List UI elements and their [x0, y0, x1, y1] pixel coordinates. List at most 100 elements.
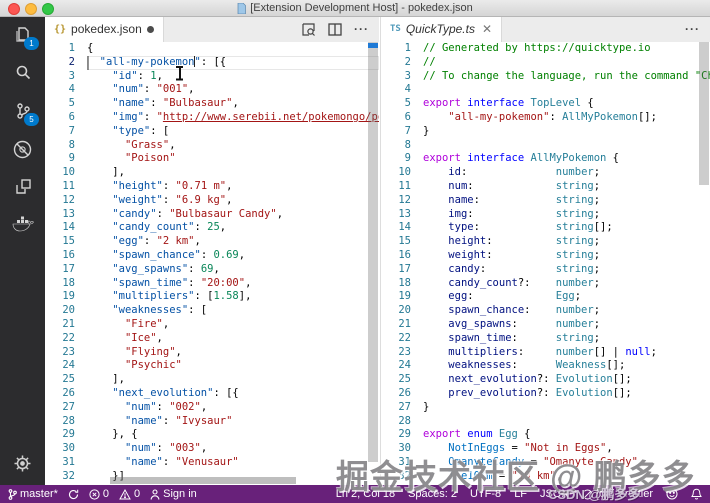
code-line[interactable]: }	[423, 401, 710, 415]
code-line[interactable]: "spawn_chance": 0.69,	[87, 249, 379, 263]
code-line[interactable]: "candy": "Bulbasaur Candy",	[87, 208, 379, 222]
code-line[interactable]: }	[423, 125, 710, 139]
open-preview-icon[interactable]	[301, 22, 316, 37]
vertical-scrollbar[interactable]	[699, 42, 709, 185]
code-line[interactable]	[423, 415, 710, 429]
code-line[interactable]	[423, 139, 710, 153]
code-area[interactable]: // Generated by https://quicktype.io////…	[423, 42, 710, 485]
split-editor-icon[interactable]	[328, 22, 342, 36]
code-line[interactable]: //	[423, 56, 710, 70]
code-line[interactable]: height: string;	[423, 235, 710, 249]
code-line[interactable]: "avg_spawns": 69,	[87, 263, 379, 277]
code-line[interactable]: "candy_count": 25,	[87, 221, 379, 235]
code-line[interactable]: }, {	[87, 428, 379, 442]
notifications-bell-icon[interactable]	[691, 488, 702, 500]
scm-badge: 5	[24, 113, 39, 126]
code-area[interactable]: { "all-my-pokemon": [{ "id": 1, "num": "…	[87, 42, 379, 485]
code-line[interactable]: The10Km = "10 km",	[423, 470, 710, 484]
code-line[interactable]: "Psychic"	[87, 359, 379, 373]
source-control-icon[interactable]: 5	[0, 92, 45, 130]
code-line[interactable]: "Ice",	[87, 332, 379, 346]
code-line[interactable]: "all-my-pokemon": [{	[87, 56, 379, 70]
eol-status[interactable]: LF	[514, 488, 527, 500]
code-line[interactable]: "type": [	[87, 125, 379, 139]
explorer-icon[interactable]: 1	[0, 16, 45, 54]
code-line[interactable]: name: string;	[423, 194, 710, 208]
code-line[interactable]: "id": 1,	[87, 70, 379, 84]
code-line[interactable]: export enum Egg {	[423, 428, 710, 442]
code-line[interactable]: avg_spawns: number;	[423, 318, 710, 332]
code-line[interactable]: "height": "0.71 m",	[87, 180, 379, 194]
code-line[interactable]: spawn_time: string;	[423, 332, 710, 346]
sync-status[interactable]	[68, 489, 79, 500]
code-line[interactable]: next_evolution?: Evolution[];	[423, 373, 710, 387]
code-line[interactable]: "egg": "2 km",	[87, 235, 379, 249]
code-line[interactable]: "all-my-pokemon": AllMyPokemon[];	[423, 111, 710, 125]
code-line[interactable]: weaknesses: Weakness[];	[423, 359, 710, 373]
code-line[interactable]: "Fire",	[87, 318, 379, 332]
code-line[interactable]: img: string;	[423, 208, 710, 222]
code-line[interactable]: "name": "Ivysaur"	[87, 415, 379, 429]
tab-pokedex-json[interactable]: {} pokedex.json	[45, 16, 164, 42]
code-line[interactable]: export interface AllMyPokemon {	[423, 152, 710, 166]
code-line[interactable]: // To change the language, run the comma…	[423, 70, 710, 84]
code-line[interactable]: "multipliers": [1.58],	[87, 290, 379, 304]
search-icon[interactable]	[0, 54, 45, 92]
code-line[interactable]: "num": "001",	[87, 83, 379, 97]
vertical-scrollbar[interactable]	[368, 42, 378, 462]
code-line[interactable]: num: string;	[423, 180, 710, 194]
code-line[interactable]: OmanyteCandy = "Omanyte Candy",	[423, 456, 710, 470]
debug-icon[interactable]	[0, 130, 45, 168]
code-line[interactable]: "weaknesses": [	[87, 304, 379, 318]
code-line[interactable]: "Flying",	[87, 346, 379, 360]
encoding-status[interactable]: UTF-8	[470, 488, 501, 500]
line-number: 5	[404, 97, 411, 110]
errors-status[interactable]: 0	[89, 488, 109, 500]
close-tab-icon[interactable]: ✕	[482, 22, 492, 36]
prettier-status[interactable]: [off] Prettier	[582, 488, 653, 500]
code-line[interactable]: prev_evolution?: Evolution[];	[423, 387, 710, 401]
code-line[interactable]: ],	[87, 373, 379, 387]
code-line[interactable]: "Grass",	[87, 139, 379, 153]
code-line[interactable]: export interface TopLevel {	[423, 97, 710, 111]
code-line[interactable]	[423, 83, 710, 97]
code-line[interactable]: "Poison"	[87, 152, 379, 166]
cursor-position-status[interactable]: Ln 2, Col 18	[336, 488, 395, 500]
more-actions-icon[interactable]: ···	[354, 22, 369, 36]
code-line[interactable]: type: string[];	[423, 221, 710, 235]
code-line[interactable]: weight: string;	[423, 249, 710, 263]
code-line[interactable]: multipliers: number[] | null;	[423, 346, 710, 360]
code-line[interactable]: id: number;	[423, 166, 710, 180]
feedback-smiley-icon[interactable]	[666, 488, 678, 500]
language-mode-status[interactable]: JSON	[540, 488, 569, 500]
code-line[interactable]: "img": "http://www.serebii.net/pokemongo…	[87, 111, 379, 125]
code-line[interactable]: candy: string;	[423, 263, 710, 277]
code-line[interactable]: "weight": "6.9 kg",	[87, 194, 379, 208]
code-line[interactable]: ],	[87, 166, 379, 180]
code-line[interactable]: "num": "002",	[87, 401, 379, 415]
more-actions-icon[interactable]: ···	[685, 22, 700, 36]
code-line[interactable]: egg: Egg;	[423, 290, 710, 304]
horizontal-scrollbar[interactable]	[110, 477, 296, 484]
code-line[interactable]: "name": "Bulbasaur",	[87, 97, 379, 111]
extensions-icon[interactable]	[0, 168, 45, 206]
warnings-status[interactable]: 0	[119, 488, 140, 500]
settings-gear-icon[interactable]	[0, 454, 45, 473]
code-line[interactable]: "next_evolution": [{	[87, 387, 379, 401]
sign-in-status[interactable]: Sign in	[150, 488, 197, 500]
git-branch-status[interactable]: master*	[8, 488, 58, 500]
code-line[interactable]: "num": "003",	[87, 442, 379, 456]
line-number: 1	[68, 42, 75, 54]
code-line[interactable]: "spawn_time": "20:00",	[87, 277, 379, 291]
code-line[interactable]: // Generated by https://quicktype.io	[423, 42, 710, 56]
typescript-editor[interactable]: 1 2 3 4 5 6 7 8 9 10 11 12 13 14 15 16 17 18 19 20 21 22 23 24 2…	[381, 42, 710, 485]
code-line[interactable]: candy_count?: number;	[423, 277, 710, 291]
json-editor[interactable]: 1 2 3 4 5 6 7 8 9 10 11 12 13 14 15 16 17 18 19 20 21 22 23 24 2…	[45, 42, 379, 485]
code-line[interactable]: spawn_chance: number;	[423, 304, 710, 318]
tab-quicktype-ts[interactable]: TS QuickType.ts ✕	[381, 16, 503, 42]
docker-icon[interactable]	[0, 206, 45, 244]
code-line[interactable]: "name": "Venusaur"	[87, 456, 379, 470]
code-line[interactable]: {	[87, 42, 379, 56]
indentation-status[interactable]: Spaces: 2	[408, 488, 457, 500]
code-line[interactable]: NotInEggs = "Not in Eggs",	[423, 442, 710, 456]
